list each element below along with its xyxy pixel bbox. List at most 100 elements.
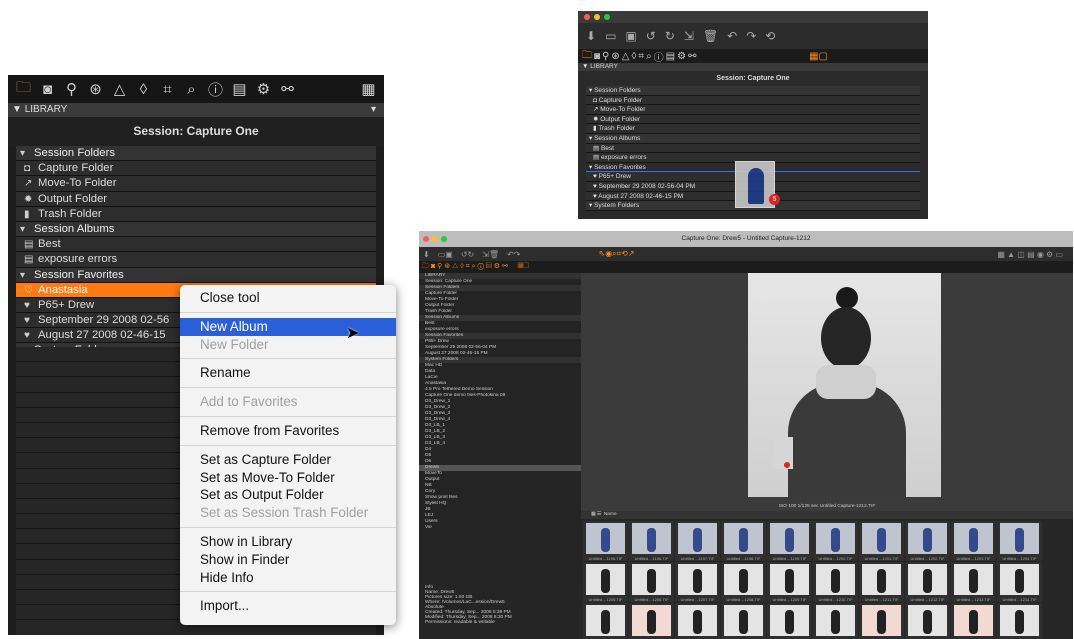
menu-item[interactable]: Set as Capture Folder (180, 451, 396, 469)
view-icon[interactable]: ▭ (605, 29, 616, 43)
tree-item[interactable]: ↗ Move-To Folder (586, 105, 920, 115)
library-header[interactable]: ▼ LIBRARY ▾ (8, 103, 384, 117)
thumbnail[interactable]: Untitled ...1198.TIF (721, 521, 766, 561)
thumbnail[interactable]: Untitled ...1214.TIF (997, 562, 1042, 602)
menu-item[interactable]: New Album (180, 317, 396, 336)
tree-group[interactable]: ▾ Session Favorites (16, 267, 376, 283)
thumbnail[interactable]: Untitled ...1210.TIF (813, 562, 858, 602)
thumbnail[interactable]: Untitled ...1223.TIF (951, 603, 996, 639)
thumbnail[interactable]: Untitled ...1197.TIF (675, 521, 720, 561)
tree-item[interactable]: ▤ exposure errors (16, 252, 376, 268)
minimize-icon[interactable] (594, 14, 600, 20)
chevron-down-icon[interactable]: ▾ (371, 103, 376, 117)
tree-item[interactable]: ▾ Session Albums (586, 133, 920, 144)
view2-icon[interactable]: ▣ (625, 29, 636, 43)
search-icon[interactable]: ⚲ (602, 51, 609, 62)
view-icon[interactable]: ▭▣ (438, 250, 453, 259)
list-icon[interactable]: ▤ (230, 80, 249, 98)
tree-item[interactable]: ✹ Output Folder (16, 191, 376, 207)
metadata-icon[interactable]: ⚯ (688, 51, 696, 62)
import-icon[interactable]: ⬇ (586, 29, 596, 43)
thumbnail[interactable]: Untitled ...1201.TIF (859, 521, 904, 561)
undo-icon[interactable]: ↶↷ (507, 250, 520, 259)
sidebar-item[interactable]: Vie (419, 525, 581, 531)
color-icon[interactable]: ⊛ (86, 80, 105, 98)
viewer[interactable]: ISO 100 1/125 sec Untitled Capture-1212.… (581, 273, 1073, 511)
gear-icon[interactable]: ⚙ (677, 51, 686, 62)
info-icon[interactable]: ⓘ (654, 49, 664, 64)
thumbnail[interactable]: Untitled ...1196.TIF (629, 521, 674, 561)
thumbnail[interactable]: Untitled ...1220.TIF (813, 603, 858, 639)
rotate-icon[interactable]: ↺↻ (461, 250, 474, 259)
thumbnail[interactable]: Untitled ...1208.TIF (721, 562, 766, 602)
tree-group[interactable]: ▾ Session Albums (16, 221, 376, 238)
trash-icon[interactable]: 🗑 (703, 29, 718, 43)
import-icon[interactable]: ⬇ (423, 250, 430, 259)
grid-icon[interactable]: ▦▢ (809, 51, 828, 62)
menu-item[interactable]: Hide Info (180, 569, 396, 587)
menu-item[interactable]: Set as Output Folder (180, 486, 396, 504)
move-icon[interactable]: ⇲ (684, 29, 694, 43)
rotate-right-icon[interactable]: ↻ (665, 29, 675, 43)
thumbnail[interactable]: Untitled ...1213.TIF (951, 562, 996, 602)
detail-icon[interactable]: ◊ (134, 81, 153, 98)
thumbnail[interactable]: Untitled ...1217.TIF (675, 603, 720, 639)
folder-icon[interactable]: 🗀 (582, 48, 592, 65)
crop-icon[interactable]: ⌗ (158, 81, 177, 98)
tree-item[interactable]: ◘ Capture Folder (586, 95, 920, 106)
close-icon[interactable] (423, 236, 429, 242)
menu-item[interactable]: Rename (180, 364, 396, 382)
tree-item[interactable]: ▮ Trash Folder (586, 124, 920, 134)
list-icon[interactable]: ▤ (666, 51, 675, 62)
undo-icon[interactable]: ↶ (727, 29, 737, 43)
menu-item[interactable]: Show in Finder (180, 551, 396, 569)
rotate-left-icon[interactable]: ↺ (646, 29, 656, 43)
menu-item[interactable]: Close tool (180, 289, 396, 307)
redo-icon[interactable]: ↷ (746, 29, 756, 43)
zoom-icon[interactable] (604, 14, 610, 20)
tree-group[interactable]: ▾ Session Folders (16, 146, 376, 162)
tree-item[interactable]: ▮ Trash Folder (16, 206, 376, 222)
thumbnail[interactable]: Untitled ...1211.TIF (859, 562, 904, 602)
cursor-tools-icon[interactable]: ⇖◉⌕⌗⟲↗ (599, 249, 635, 259)
menu-item[interactable]: Show in Library (180, 533, 396, 551)
loupe-icon[interactable]: ⌕ (646, 51, 652, 62)
search-icon[interactable]: ⚲ (62, 80, 81, 98)
tree-item[interactable]: ◘ Capture Folder (16, 161, 376, 177)
grid-icon[interactable]: ▦ (359, 80, 378, 98)
exposure-icon[interactable]: △ (110, 80, 129, 98)
thumbnail[interactable]: Untitled ...1218.TIF (721, 603, 766, 639)
metadata-icon[interactable]: ⚯ (278, 80, 297, 98)
zoom-icon[interactable] (441, 236, 447, 242)
menu-item[interactable]: Set as Move-To Folder (180, 469, 396, 487)
trash-icon[interactable]: ⇲🗑 (482, 250, 499, 259)
thumbnail[interactable]: Untitled ...1202.TIF (905, 521, 950, 561)
thumbnail[interactable]: Untitled ...1206.TIF (629, 562, 674, 602)
thumbnail[interactable]: Untitled ...1224.TIF (997, 603, 1042, 639)
camera-icon[interactable]: ◙ (594, 51, 600, 62)
thumbnail[interactable]: Untitled ...1203.TIF (951, 521, 996, 561)
thumbnail[interactable]: Untitled ...1205.TIF (583, 562, 628, 602)
dragged-thumbnail[interactable] (773, 437, 793, 469)
exposure-icon[interactable]: △ (622, 51, 630, 62)
minimize-icon[interactable] (432, 236, 438, 242)
tree-item[interactable]: ✹ Output Folder (586, 114, 920, 125)
thumbnail[interactable]: Untitled ...1195.TIF (583, 521, 628, 561)
tree-item[interactable]: ↗ Move-To Folder (16, 176, 376, 192)
thumbnail[interactable]: Untitled ...1209.TIF (767, 562, 812, 602)
close-icon[interactable] (584, 14, 590, 20)
thumbnail[interactable]: Untitled ...1199.TIF (767, 521, 812, 561)
gear-icon[interactable]: ⚙ (254, 80, 273, 98)
folder-icon[interactable]: 🗀 (14, 77, 33, 102)
loupe-icon[interactable]: ⌕ (182, 81, 201, 98)
thumbnail[interactable]: Untitled ...1221.TIF (859, 603, 904, 639)
thumbnail[interactable]: Untitled ...1219.TIF (767, 603, 812, 639)
right-tools-icon[interactable]: ▦ ▲ ◫ ▤ ◉ ⚙ ▭ (997, 250, 1063, 259)
menu-item[interactable]: Import... (180, 597, 396, 615)
library-header[interactable]: ▼ LIBRARY (578, 63, 928, 71)
thumbnail[interactable]: Untitled ...1222.TIF (905, 603, 950, 639)
color-icon[interactable]: ⊛ (611, 51, 619, 62)
thumbnail[interactable]: Untitled ...1215.TIF (583, 603, 628, 639)
tree-item[interactable]: ▤ Best (586, 143, 920, 154)
crop-icon[interactable]: ⌗ (638, 51, 644, 62)
